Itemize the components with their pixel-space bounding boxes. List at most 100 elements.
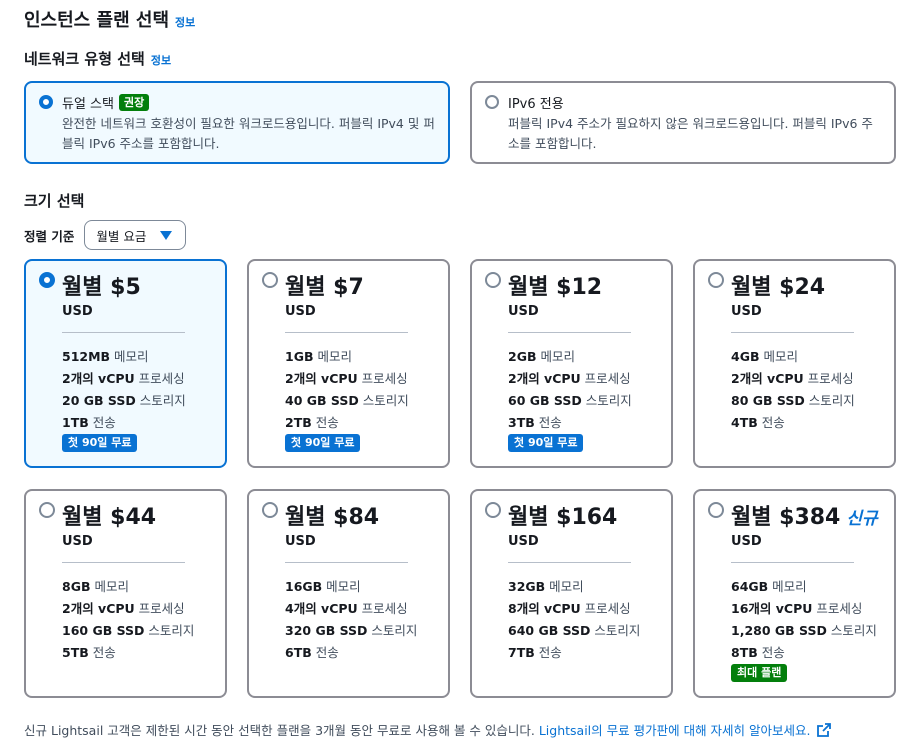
plan-price: 월별 $164 xyxy=(508,505,618,530)
plan-card[interactable]: 월별 $7 USD 1GB 메모리 2개의 vCPU 프로세싱 40 GB SSD 스토… xyxy=(247,259,450,468)
plan-radio[interactable] xyxy=(39,272,55,288)
spec-memory: 16GB 메모리 xyxy=(285,576,417,598)
spec-transfer-value: 8TB xyxy=(731,645,758,660)
external-link-icon[interactable] xyxy=(816,723,831,737)
plan-card[interactable]: 월별 $5 USD 512MB 메모리 2개의 vCPU 프로세싱 20 GB SSD … xyxy=(24,259,227,468)
plan-radio[interactable] xyxy=(708,502,724,518)
spec-ssd: 640 GB SSD 스토리지 xyxy=(508,620,640,642)
plan-specs: 4GB 메모리 2개의 vCPU 프로세싱 80 GB SSD 스토리지 4TB 전송 xyxy=(731,346,855,434)
plan-card[interactable]: 월별 $384 신규 USD 64GB 메모리 16개의 vCPU 프로세싱 1,280 … xyxy=(693,489,896,698)
plan-radio[interactable] xyxy=(262,502,278,518)
plan-radio[interactable] xyxy=(485,502,501,518)
network-section-title: 네트워크 유형 선택 정보 xyxy=(24,48,171,69)
spec-memory: 1GB 메모리 xyxy=(285,346,409,368)
spec-memory-label: 메모리 xyxy=(763,349,798,364)
plan-radio[interactable] xyxy=(708,272,724,288)
spec-ssd-label: 스토리지 xyxy=(139,393,186,408)
dual-stack-header: 듀얼 스택 권장 xyxy=(62,93,150,112)
spec-cpu-label: 프로세싱 xyxy=(584,601,631,616)
spec-transfer-label: 전송 xyxy=(315,415,339,430)
dual-stack-radio[interactable] xyxy=(39,95,53,109)
spec-memory-value: 4GB xyxy=(731,349,760,364)
spec-memory-value: 8GB xyxy=(62,579,91,594)
plan-radio[interactable] xyxy=(262,272,278,288)
plan-radio[interactable] xyxy=(39,502,55,518)
spec-ssd: 320 GB SSD 스토리지 xyxy=(285,620,417,642)
network-info-link[interactable]: 정보 xyxy=(151,54,171,67)
network-option-dual-stack[interactable]: 듀얼 스택 권장 완전한 네트워크 호환성이 필요한 워크로드용입니다. 퍼블릭… xyxy=(24,81,450,164)
spec-ssd-value: 1,280 GB SSD xyxy=(731,623,827,638)
plan-divider xyxy=(62,562,185,563)
sort-select[interactable]: 월별 요금 xyxy=(84,220,187,250)
spec-transfer: 7TB 전송 xyxy=(508,642,640,664)
page-title: 인스턴스 플랜 선택 정보 xyxy=(24,6,195,32)
plan-specs: 2GB 메모리 2개의 vCPU 프로세싱 60 GB SSD 스토리지 3TB 전송 xyxy=(508,346,632,434)
spec-cpu: 2개의 vCPU 프로세싱 xyxy=(731,368,855,390)
spec-memory-label: 메모리 xyxy=(549,579,584,594)
spec-memory: 512MB 메모리 xyxy=(62,346,186,368)
spec-memory-value: 32GB xyxy=(508,579,546,594)
spec-ssd: 20 GB SSD 스토리지 xyxy=(62,390,186,412)
spec-cpu-label: 프로세싱 xyxy=(816,601,863,616)
spec-cpu: 2개의 vCPU 프로세싱 xyxy=(285,368,409,390)
spec-cpu-label: 프로세싱 xyxy=(584,371,631,386)
plan-badge: 첫 90일 무료 xyxy=(508,434,584,452)
free-trial-link[interactable]: Lightsail의 무료 평가판에 대해 자세히 알아보세요. xyxy=(539,723,811,738)
plan-card[interactable]: 월별 $44 USD 8GB 메모리 2개의 vCPU 프로세싱 160 GB SSD … xyxy=(24,489,227,698)
plan-price: 월별 $84 xyxy=(285,505,380,530)
footer-text: 신규 Lightsail 고객은 제한된 시간 동안 선택한 플랜을 3개월 동… xyxy=(24,723,539,738)
spec-transfer-value: 7TB xyxy=(508,645,535,660)
plan-price: 월별 $44 xyxy=(62,505,157,530)
plan-specs: 32GB 메모리 8개의 vCPU 프로세싱 640 GB SSD 스토리지 7TB … xyxy=(508,576,640,664)
plan-specs: 512MB 메모리 2개의 vCPU 프로세싱 20 GB SSD 스토리지 1TB … xyxy=(62,346,186,434)
spec-transfer-value: 1TB xyxy=(62,415,89,430)
dual-stack-description: 완전한 네트워크 호환성이 필요한 워크로드용입니다. 퍼블릭 IPv4 및 퍼… xyxy=(62,116,435,151)
spec-memory-value: 16GB xyxy=(285,579,323,594)
spec-transfer-label: 전송 xyxy=(315,645,339,660)
plan-card[interactable]: 월별 $84 USD 16GB 메모리 4개의 vCPU 프로세싱 320 GB SSD… xyxy=(247,489,450,698)
plan-price: 월별 $12 xyxy=(508,275,603,300)
spec-cpu-value: 2개의 vCPU xyxy=(285,371,358,386)
caret-down-icon xyxy=(160,231,173,240)
plan-price-row: 월별 $384 신규 xyxy=(731,499,878,531)
spec-memory-label: 메모리 xyxy=(317,349,352,364)
sort-row: 정렬 기준 월별 요금 xyxy=(24,220,187,250)
plan-badge: 첫 90일 무료 xyxy=(285,434,361,452)
spec-cpu-label: 프로세싱 xyxy=(361,601,408,616)
plan-divider xyxy=(731,562,854,563)
page-info-link[interactable]: 정보 xyxy=(175,16,195,29)
spec-ssd-label: 스토리지 xyxy=(362,393,409,408)
spec-ssd-value: 320 GB SSD xyxy=(285,623,368,638)
spec-ssd-value: 640 GB SSD xyxy=(508,623,591,638)
spec-memory-value: 2GB xyxy=(508,349,537,364)
plan-currency: USD xyxy=(62,534,93,549)
spec-memory-value: 1GB xyxy=(285,349,314,364)
spec-ssd-label: 스토리지 xyxy=(148,623,195,638)
plan-price: 월별 $7 xyxy=(285,275,364,300)
spec-ssd-label: 스토리지 xyxy=(808,393,855,408)
plan-currency: USD xyxy=(508,304,539,319)
spec-memory: 4GB 메모리 xyxy=(731,346,855,368)
spec-cpu-value: 16개의 vCPU xyxy=(731,601,813,616)
plan-card[interactable]: 월별 $164 USD 32GB 메모리 8개의 vCPU 프로세싱 640 GB SS… xyxy=(470,489,673,698)
plan-currency: USD xyxy=(62,304,93,319)
network-title-text: 네트워크 유형 선택 xyxy=(24,50,145,68)
spec-cpu-value: 2개의 vCPU xyxy=(731,371,804,386)
spec-memory-label: 메모리 xyxy=(94,579,129,594)
ipv6-radio[interactable] xyxy=(485,95,499,109)
plan-card[interactable]: 월별 $12 USD 2GB 메모리 2개의 vCPU 프로세싱 60 GB SSD 스… xyxy=(470,259,673,468)
spec-transfer: 2TB 전송 xyxy=(285,412,409,434)
plan-card[interactable]: 월별 $24 USD 4GB 메모리 2개의 vCPU 프로세싱 80 GB SSD 스… xyxy=(693,259,896,468)
spec-cpu-value: 2개의 vCPU xyxy=(62,371,135,386)
plan-price: 월별 $384 xyxy=(731,505,841,530)
spec-transfer-label: 전송 xyxy=(92,645,116,660)
spec-memory: 8GB 메모리 xyxy=(62,576,194,598)
plan-radio[interactable] xyxy=(485,272,501,288)
spec-cpu: 16개의 vCPU 프로세싱 xyxy=(731,598,877,620)
plan-currency: USD xyxy=(731,534,762,549)
network-option-ipv6[interactable]: IPv6 전용 퍼블릭 IPv4 주소가 필요하지 않은 워크로드용입니다. 퍼… xyxy=(470,81,896,164)
spec-transfer-label: 전송 xyxy=(761,415,785,430)
spec-transfer-value: 4TB xyxy=(731,415,758,430)
spec-cpu: 2개의 vCPU 프로세싱 xyxy=(508,368,632,390)
plan-price-row: 월별 $84 xyxy=(285,499,379,531)
